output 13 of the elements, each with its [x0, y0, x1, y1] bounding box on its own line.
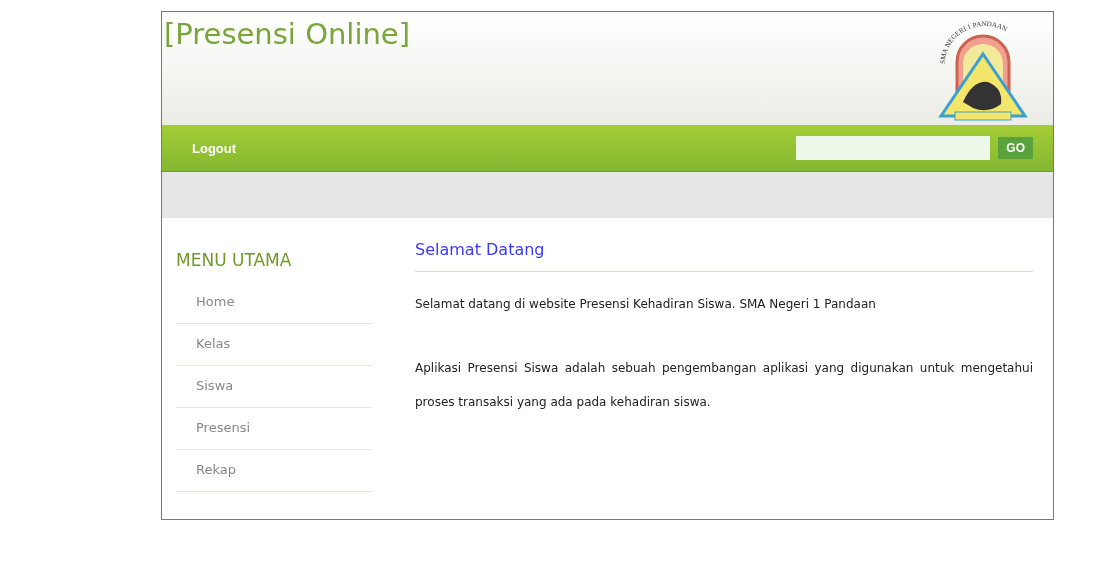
menu-item[interactable]: Home: [176, 282, 372, 324]
menu-item[interactable]: Kelas: [176, 324, 372, 366]
menu-item[interactable]: Rekap: [176, 450, 372, 492]
menu-item[interactable]: Presensi: [176, 408, 372, 450]
search-field[interactable]: [796, 136, 991, 160]
site-title: [Presensi Online]: [164, 17, 410, 51]
paragraph: Aplikasi Presensi Siswa adalah sebuah pengembangan aplikasi yang digunakan untuk mengetahui proses transaksi yang ada pada kehadiran siswa.: [415, 360, 1033, 411]
menu-item[interactable]: Siswa: [176, 366, 372, 408]
page-heading: Selamat Datang: [415, 240, 1033, 272]
paragraph: Selamat datang di website Presensi Kehadiran Siswa. SMA Negeri 1 Pandaan: [415, 297, 877, 311]
logout-link[interactable]: Logout: [192, 140, 237, 156]
menu-title: MENU UTAMA: [176, 250, 293, 270]
go-button[interactable]: GO: [998, 137, 1033, 159]
